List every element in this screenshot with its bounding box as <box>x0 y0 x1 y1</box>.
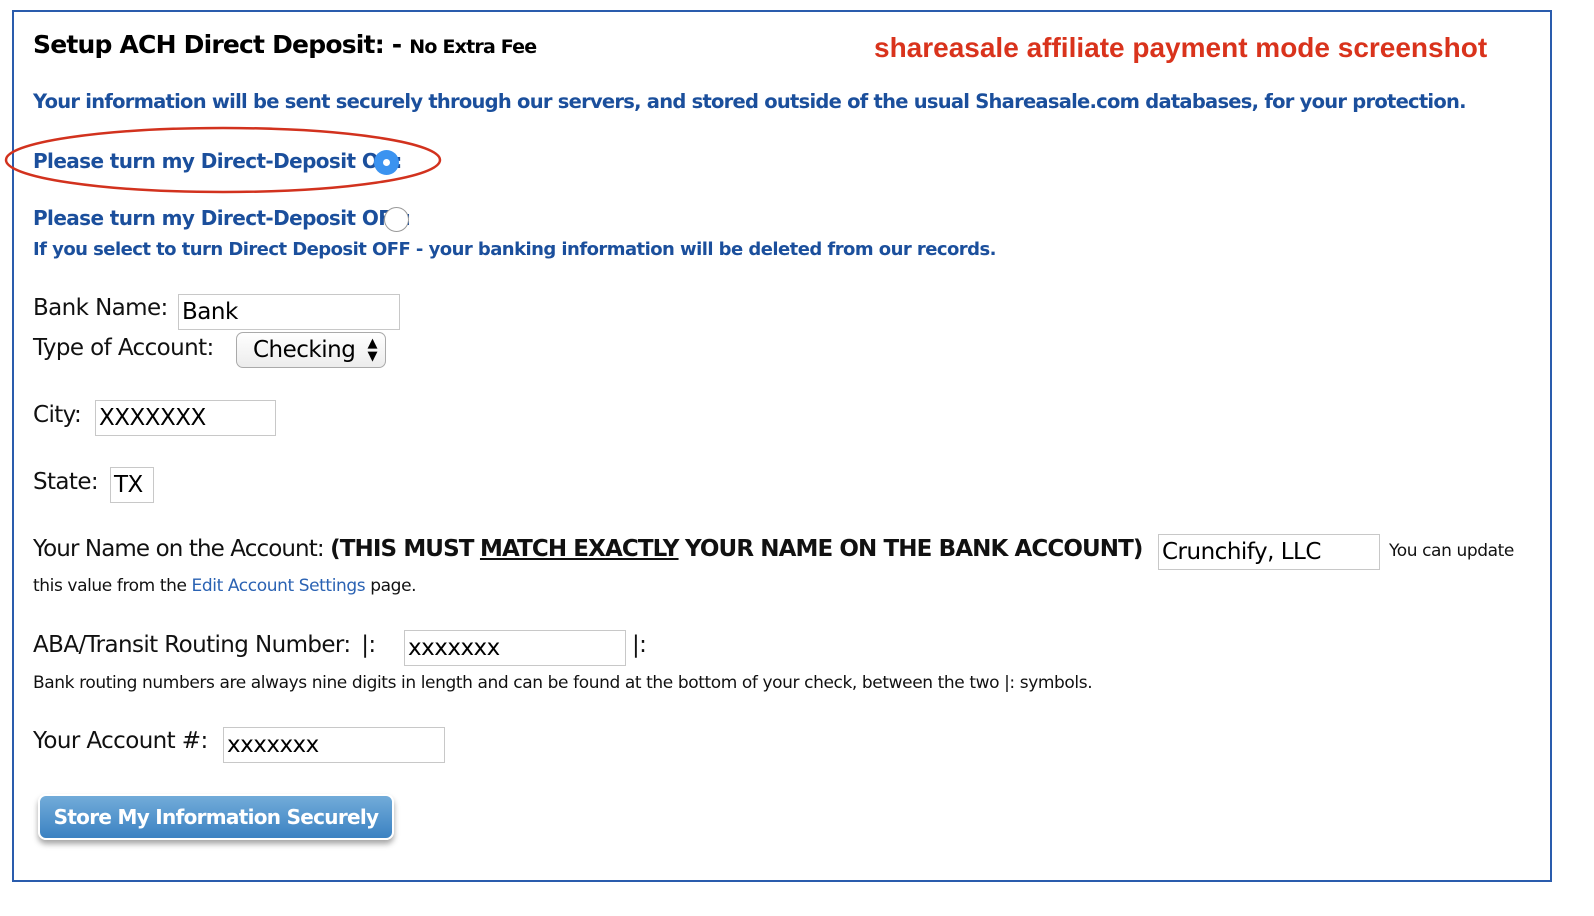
name-help-2: this value from the <box>33 576 187 596</box>
routing-input[interactable]: xxxxxxx <box>404 630 626 666</box>
name-help-row: this value from the Edit Account Setting… <box>33 576 417 596</box>
state-label: State: <box>33 469 99 495</box>
direct-deposit-off-label: Please turn my Direct-Deposit OFF: <box>33 206 411 230</box>
name-help-3: page. <box>370 576 417 596</box>
name-note-open: (THIS MUST <box>330 536 474 562</box>
bank-name-input[interactable]: Bank <box>178 294 400 330</box>
select-arrows-icon: ▲ ▼ <box>367 336 378 364</box>
store-information-button[interactable]: Store My Information Securely <box>38 794 394 840</box>
page-title: Setup ACH Direct Deposit: - No Extra Fee <box>33 30 537 59</box>
title-text: Setup ACH Direct Deposit: <box>33 30 385 59</box>
info-text: Your information will be sent securely t… <box>33 90 1467 113</box>
subtitle: No Extra Fee <box>409 36 537 58</box>
account-type-value: Checking <box>253 337 356 363</box>
routing-label: ABA/Transit Routing Number: <box>33 632 351 658</box>
name-note-close: YOUR NAME ON THE BANK ACCOUNT) <box>684 536 1143 562</box>
city-input[interactable]: XXXXXXX <box>95 400 276 436</box>
routing-help: Bank routing numbers are always nine dig… <box>33 673 1093 693</box>
routing-suffix: |: <box>632 632 647 658</box>
account-name-input[interactable]: Crunchify, LLC <box>1158 534 1380 570</box>
account-name-label: Your Name on the Account: <box>33 536 325 562</box>
routing-label-row: ABA/Transit Routing Number: |: <box>33 632 376 658</box>
routing-prefix: |: <box>361 632 376 658</box>
account-number-input[interactable]: xxxxxxx <box>223 727 445 763</box>
title-dash: - <box>391 30 402 59</box>
bank-name-label: Bank Name: <box>33 295 168 321</box>
name-help-1: You can update <box>1389 541 1514 561</box>
edit-account-settings-link[interactable]: Edit Account Settings <box>192 576 366 596</box>
annotation-label: shareasale affiliate payment mode screen… <box>874 32 1488 63</box>
account-number-label: Your Account #: <box>33 728 208 754</box>
state-input[interactable]: TX <box>110 467 154 503</box>
account-type-select[interactable]: Checking ▲ ▼ <box>236 332 386 368</box>
direct-deposit-on-radio[interactable] <box>374 150 399 175</box>
name-note-underlined: MATCH EXACTLY <box>479 536 679 562</box>
direct-deposit-off-radio[interactable] <box>384 207 409 232</box>
account-type-label: Type of Account: <box>33 335 214 361</box>
account-name-label-row: Your Name on the Account: (THIS MUST MAT… <box>33 536 1143 562</box>
direct-deposit-on-label: Please turn my Direct-Deposit ON: <box>33 149 402 173</box>
off-warning: If you select to turn Direct Deposit OFF… <box>33 239 996 260</box>
city-label: City: <box>33 402 82 428</box>
